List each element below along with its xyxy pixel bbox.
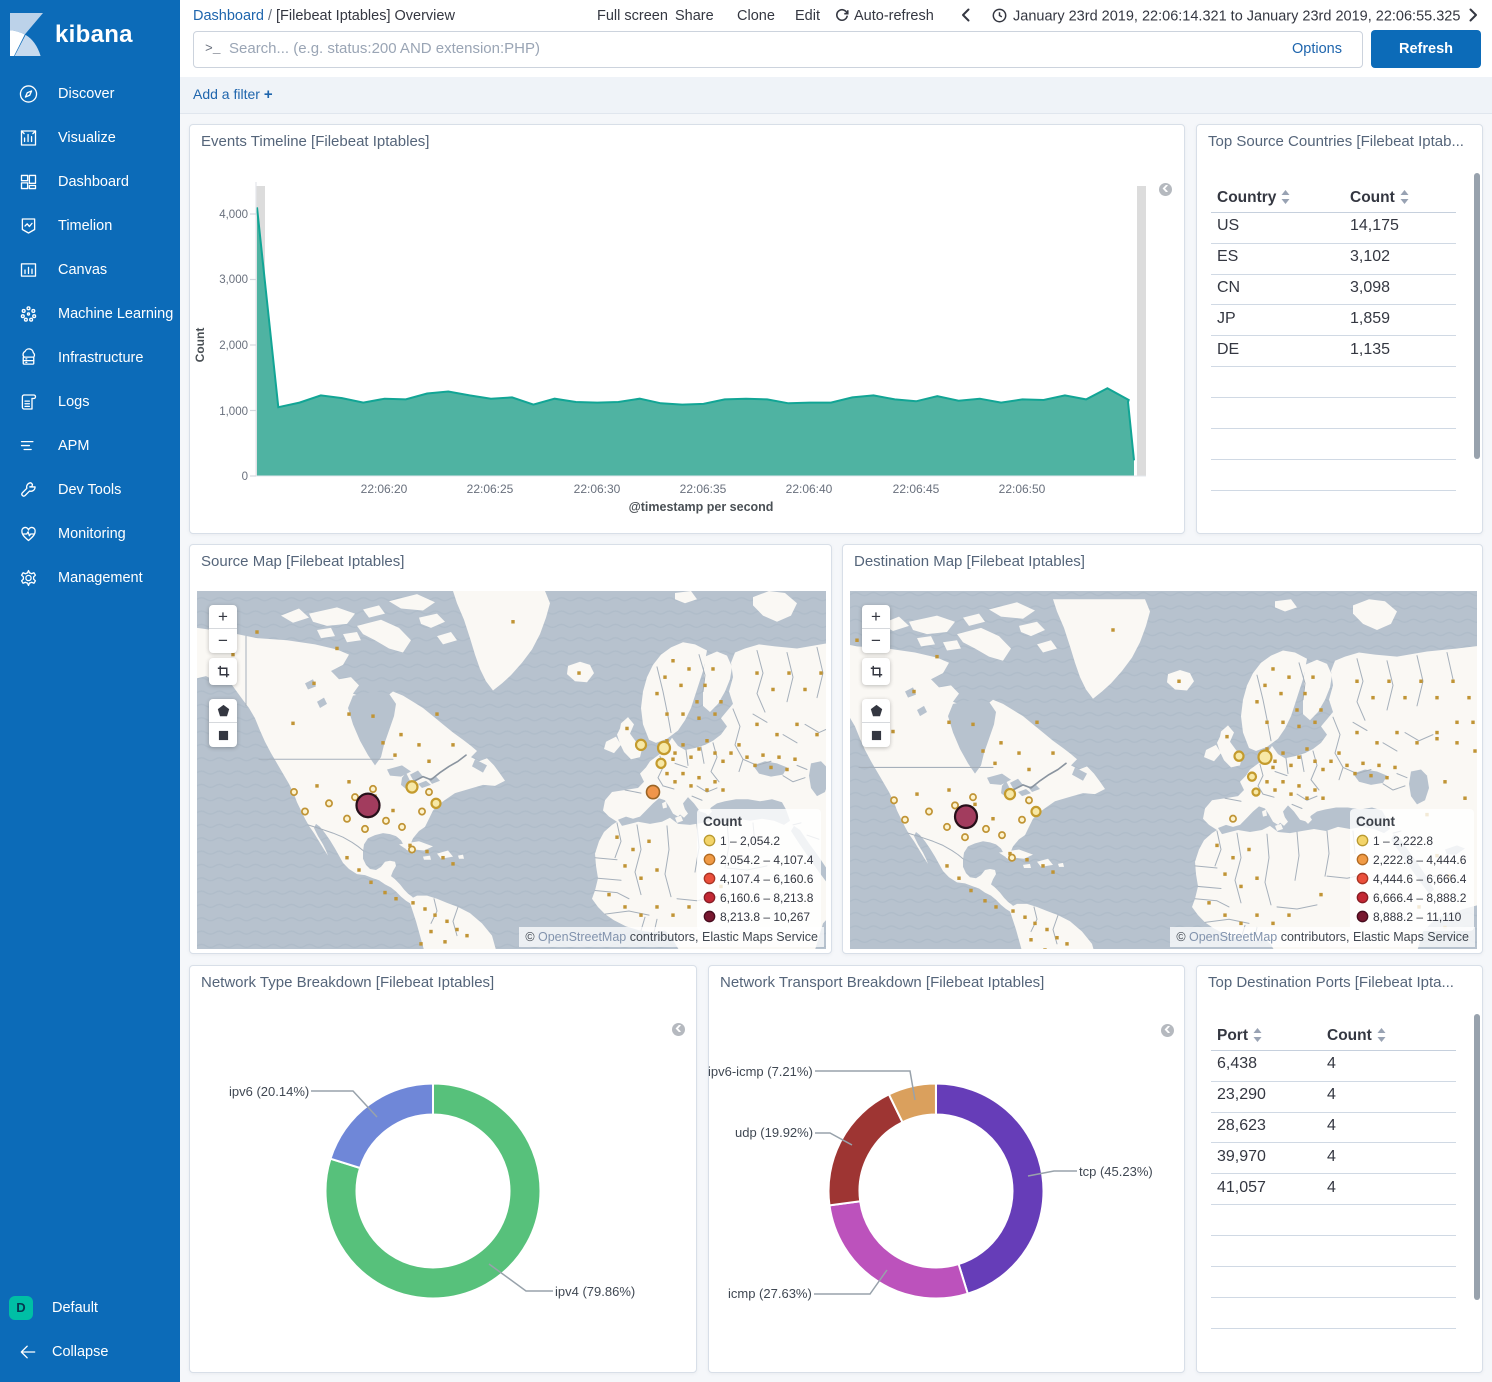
svg-text:22:06:20: 22:06:20	[361, 482, 408, 496]
svg-text:3,000: 3,000	[219, 274, 248, 286]
svg-text:22:06:30: 22:06:30	[574, 482, 621, 496]
svg-text:2,000: 2,000	[219, 340, 248, 352]
svg-text:4,000: 4,000	[219, 209, 248, 221]
svg-text:@timestamp per second: @timestamp per second	[629, 500, 774, 514]
svg-text:22:06:25: 22:06:25	[467, 482, 514, 496]
svg-text:22:06:45: 22:06:45	[893, 482, 940, 496]
svg-text:Count: Count	[193, 328, 207, 363]
svg-text:22:06:35: 22:06:35	[680, 482, 727, 496]
svg-text:22:06:40: 22:06:40	[786, 482, 833, 496]
svg-text:1,000: 1,000	[219, 406, 248, 418]
svg-text:22:06:50: 22:06:50	[999, 482, 1046, 496]
svg-text:0: 0	[242, 471, 248, 483]
